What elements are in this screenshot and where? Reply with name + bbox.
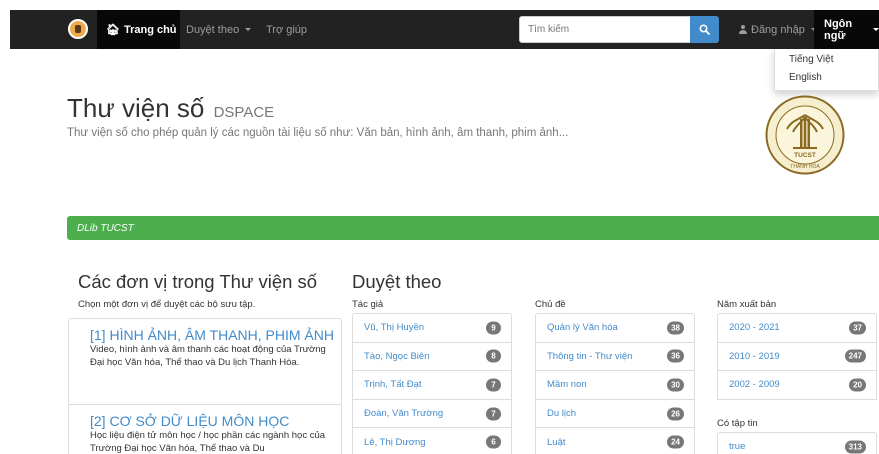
subject-name: Mầm non (547, 379, 587, 391)
login-dropdown[interactable]: Đăng nhập (739, 10, 817, 49)
language-menu: Tiếng Việt English (774, 49, 879, 91)
caret-down-icon (873, 28, 879, 31)
nav-help-label: Trợ giúp (266, 23, 308, 36)
author-name: Trịnh, Tất Đạt (364, 379, 422, 391)
author-name: Đoàn, Văn Trường (364, 408, 444, 420)
breadcrumb-label[interactable]: DLib TUCST (77, 223, 134, 234)
subject-name: Du lịch (547, 408, 577, 420)
browse-subjects-label: Chủ đề (535, 299, 566, 310)
breadcrumb: DLib TUCST (67, 216, 879, 240)
count-badge: 7 (486, 378, 501, 392)
search-button[interactable] (690, 16, 719, 43)
page-title-text: Thư viện số (67, 93, 205, 123)
nav-home-label: Trang chủ (123, 23, 177, 36)
count-badge: 313 (844, 440, 866, 454)
subject-name: Thông tin - Thư viện (547, 350, 633, 362)
community-description: Video, hình ảnh và âm thanh các hoạt độn… (90, 344, 326, 368)
count-badge: 26 (667, 407, 684, 421)
count-badge: 30 (667, 378, 684, 392)
seal-text: TUCST (794, 152, 816, 159)
browse-has-files-list: true 313 (717, 432, 877, 454)
browse-has-files-label: Có tập tin (717, 418, 758, 429)
nav-home-link[interactable]: 🏠︎ Trang chủ (97, 10, 180, 49)
count-badge: 7 (486, 407, 501, 421)
login-label: Đăng nhập (751, 23, 805, 36)
language-option-english[interactable]: English (775, 69, 878, 87)
language-option-vietnamese[interactable]: Tiếng Việt (775, 51, 878, 69)
community-item: [2] CƠ SỞ DỮ LIỆU MÔN HỌC Học liệu điện … (69, 404, 341, 454)
author-name: Lê, Thị Dương (364, 436, 426, 448)
page: 🏠︎ Trang chủ Duyệt theo Trợ giúp Đăng nh… (0, 0, 879, 454)
list-item-year[interactable]: 2010 - 2019 247 (717, 341, 877, 372)
count-badge: 24 (667, 435, 684, 449)
subject-name: Luật (547, 436, 566, 448)
language-label: Ngôn ngữ (824, 17, 853, 42)
year-range: 2002 - 2009 (729, 379, 780, 391)
community-title-link[interactable]: [1] HÌNH ẢNH, ÂM THANH, PHIM ẢNH (90, 319, 334, 344)
count-badge: 6 (486, 435, 501, 449)
communities-heading: Các đơn vị trong Thư viện số (78, 271, 318, 292)
community-description: Học liệu điện tử môn học / học phần các … (90, 430, 326, 454)
list-item-subject[interactable]: Du lịch 26 (535, 398, 695, 429)
author-name: Tào, Ngọc Biên (364, 350, 430, 362)
browse-authors-list: Vũ, Thị Huyền 9 Tào, Ngọc Biên 8 Trịnh, Tấ… (352, 313, 512, 454)
list-item-author[interactable]: Tào, Ngọc Biên 8 (352, 341, 512, 372)
community-title-link[interactable]: [2] CƠ SỞ DỮ LIỆU MÔN HỌC (90, 405, 331, 430)
count-badge: 37 (849, 321, 866, 335)
nav-help-link[interactable]: Trợ giúp (266, 10, 307, 49)
count-badge: 247 (844, 349, 866, 363)
count-badge: 38 (667, 321, 684, 335)
browse-authors-label: Tác giả (352, 299, 384, 310)
list-item-author[interactable]: Vũ, Thị Huyền 9 (352, 313, 512, 343)
top-navbar: 🏠︎ Trang chủ Duyệt theo Trợ giúp Đăng nh… (10, 10, 879, 49)
community-item: [1] HÌNH ẢNH, ÂM THANH, PHIM ẢNH Video, … (69, 319, 341, 404)
home-icon: 🏠︎ (106, 24, 120, 36)
list-item-has-file[interactable]: true 313 (717, 432, 877, 454)
language-dropdown[interactable]: Ngôn ngữ (814, 10, 879, 49)
year-range: 2010 - 2019 (729, 350, 780, 362)
university-seal-icon: TUCST THANH HÓA (765, 95, 845, 175)
list-item-author[interactable]: Đoàn, Văn Trường 7 (352, 398, 512, 429)
browse-heading: Duyệt theo (352, 271, 442, 292)
browse-subjects-list: Quản lý Văn hóa 38 Thông tin - Thư viện 36… (535, 313, 695, 454)
caret-down-icon (245, 28, 252, 31)
list-item-subject[interactable]: Thông tin - Thư viện 36 (535, 341, 695, 372)
list-item-year[interactable]: 2020 - 2021 37 (717, 313, 877, 343)
search-input[interactable] (519, 16, 695, 43)
list-item-author[interactable]: Lê, Thị Dương 6 (352, 427, 512, 454)
communities-list: [1] HÌNH ẢNH, ÂM THANH, PHIM ẢNH Video, … (68, 318, 342, 454)
nav-browse-label: Duyệt theo (186, 23, 240, 36)
has-file-value: true (729, 441, 746, 453)
count-badge: 8 (486, 349, 501, 363)
site-logo-icon[interactable] (68, 19, 88, 39)
user-icon (739, 25, 747, 34)
page-subtitle: Thư viện số cho phép quản lý các nguồn t… (67, 127, 569, 139)
author-name: Vũ, Thị Huyền (364, 322, 425, 334)
list-item-subject[interactable]: Luật 24 (535, 427, 695, 454)
year-range: 2020 - 2021 (729, 322, 780, 334)
list-item-author[interactable]: Trịnh, Tất Đạt 7 (352, 370, 512, 400)
count-badge: 9 (486, 321, 501, 335)
list-item-subject[interactable]: Mầm non 30 (535, 370, 695, 400)
page-title: Thư viện số DSPACE (67, 93, 274, 124)
count-badge: 20 (849, 378, 866, 392)
count-badge: 36 (667, 349, 684, 363)
subject-name: Quản lý Văn hóa (547, 322, 618, 334)
communities-description: Chọn một đơn vị để duyệt các bộ sưu tập. (78, 299, 256, 310)
nav-browse-dropdown[interactable]: Duyệt theo (186, 10, 252, 49)
browse-years-list: 2020 - 2021 37 2010 - 2019 247 2002 - 2009… (717, 313, 877, 400)
page-title-small: DSPACE (213, 104, 275, 121)
search-icon (699, 24, 710, 35)
list-item-subject[interactable]: Quản lý Văn hóa 38 (535, 313, 695, 343)
browse-years-label: Năm xuất bản (717, 299, 777, 310)
list-item-year[interactable]: 2002 - 2009 20 (717, 370, 877, 400)
seal-place-text: THANH HÓA (790, 163, 820, 170)
